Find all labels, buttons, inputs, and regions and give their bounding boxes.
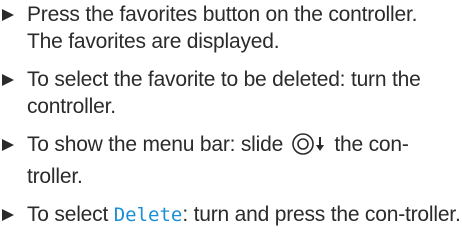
- step-result: The favorites are displayed.: [27, 30, 280, 53]
- step-bullet-icon: [2, 209, 14, 221]
- step-bullet-icon: [2, 139, 14, 151]
- controller-slide-down-icon: [291, 132, 327, 163]
- step-text: To select the favorite to be deleted: tu…: [27, 68, 421, 118]
- instruction-step: To select the favorite to be deleted: tu…: [0, 66, 462, 120]
- instruction-step: To select Delete: turn and press the con…: [0, 201, 462, 229]
- step-text-before: To select: [27, 203, 109, 226]
- instruction-list: Press the favorites button on the contro…: [0, 0, 462, 240]
- delete-menu-item-label: Delete: [113, 204, 183, 226]
- step-text-after: : turn and press the con-troller.: [182, 203, 461, 226]
- step-bullet-icon: [2, 74, 14, 86]
- step-bullet-icon: [2, 9, 14, 21]
- instruction-step: To show the menu bar: slide the con-trol…: [0, 131, 462, 190]
- step-text-before: To show the menu bar: slide: [27, 133, 284, 156]
- instruction-step: Press the favorites button on the contro…: [0, 1, 462, 55]
- step-text: Press the favorites button on the contro…: [27, 3, 418, 26]
